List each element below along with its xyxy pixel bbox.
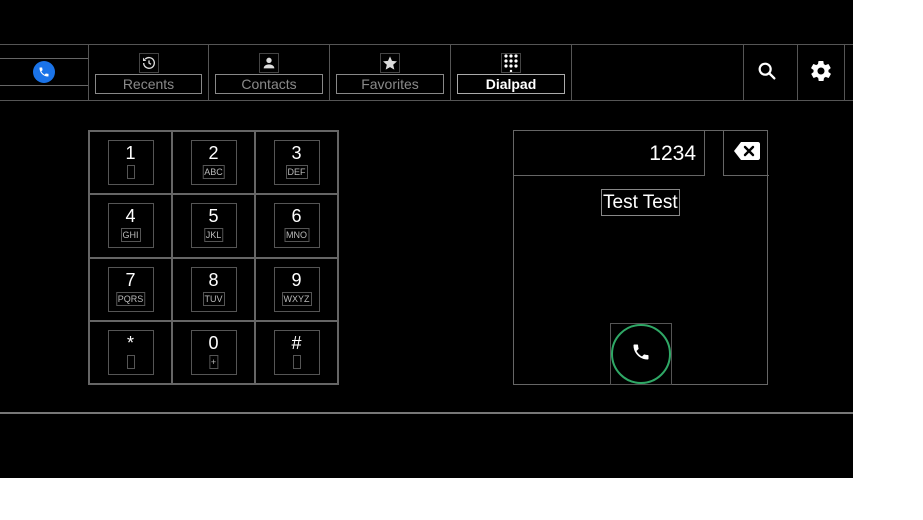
contact-suggestion[interactable]: Test Test (601, 189, 680, 216)
key-digit: 5 (208, 206, 219, 227)
key-5[interactable]: 5 JKL (172, 194, 255, 258)
app-launcher[interactable] (0, 45, 88, 101)
key-letters (292, 354, 301, 369)
tab-contacts[interactable]: Contacts (209, 45, 330, 101)
dialpad-icon (501, 53, 521, 73)
key-letters: MNO (284, 228, 309, 243)
tab-label: Contacts (215, 74, 323, 94)
key-0[interactable]: 0 + (172, 320, 255, 384)
phone-app-screen: Recents Contacts Favorites Dialpad 1 2 A… (0, 0, 853, 478)
key-digit: 2 (208, 143, 219, 163)
key-letters (126, 165, 135, 179)
key-digit: 9 (291, 269, 302, 290)
key-digit: 7 (125, 269, 136, 290)
key-letters: GHI (120, 228, 141, 243)
key-letters: WXYZ (281, 291, 312, 306)
key-letters: JKL (203, 228, 224, 243)
key-letters: ABC (202, 165, 225, 179)
contact-icon (259, 53, 279, 73)
tab-label: Recents (95, 74, 202, 94)
key-letters: DEF (285, 165, 308, 179)
dialed-number[interactable]: 1234 (514, 131, 705, 176)
key-6[interactable]: 6 MNO (255, 194, 338, 258)
key-digit: * (126, 332, 134, 353)
tab-favorites[interactable]: Favorites (330, 45, 451, 101)
key-2[interactable]: 2 ABC (172, 131, 255, 195)
key-hash[interactable]: # (255, 320, 338, 384)
phone-icon[interactable] (33, 61, 55, 83)
key-9[interactable]: 9 WXYZ (255, 257, 338, 321)
key-1[interactable]: 1 (89, 131, 172, 195)
search-button[interactable] (743, 45, 789, 101)
key-3[interactable]: 3 DEF (255, 131, 338, 195)
key-letters (126, 354, 135, 369)
key-digit: 0 (208, 332, 219, 353)
key-digit: 3 (291, 143, 302, 163)
tab-recents[interactable]: Recents (88, 45, 209, 101)
key-star[interactable]: * (89, 320, 172, 384)
star-icon (380, 53, 400, 73)
key-7[interactable]: 7 PQRS (89, 257, 172, 321)
key-digit: 1 (125, 143, 136, 163)
key-letters: PQRS (115, 291, 146, 306)
gear-icon (809, 59, 833, 88)
key-digit: 8 (208, 269, 219, 290)
dial-panel: 1234 Test Test (513, 130, 769, 385)
tab-label: Favorites (336, 74, 444, 94)
history-icon (138, 53, 159, 73)
backspace-button[interactable] (723, 131, 769, 176)
backspace-icon (733, 141, 760, 165)
tab-dialpad[interactable]: Dialpad (451, 45, 572, 101)
settings-button[interactable] (797, 45, 845, 101)
call-button-frame (610, 323, 672, 385)
key-letters: + (208, 354, 219, 369)
bottom-divider (0, 412, 853, 414)
phone-icon (631, 342, 651, 367)
key-digit: # (291, 332, 302, 353)
key-8[interactable]: 8 TUV (172, 257, 255, 321)
key-4[interactable]: 4 GHI (89, 194, 172, 258)
call-button[interactable] (611, 324, 671, 384)
key-letters: TUV (202, 291, 225, 306)
key-digit: 4 (125, 206, 136, 227)
key-digit: 6 (291, 206, 302, 227)
top-bar: Recents Contacts Favorites Dialpad (0, 44, 853, 101)
search-icon (756, 60, 778, 87)
dialpad-grid: 1 2 ABC 3 DEF 4 GHI 5 JKL 6 MNO 7 PQRS 8 TUV 9W… (88, 130, 339, 385)
tab-label: Dialpad (457, 74, 565, 94)
